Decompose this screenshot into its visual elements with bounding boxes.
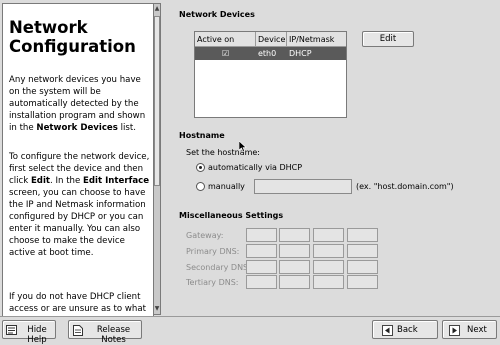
next-arrow-icon [449,325,460,336]
next-label: Next [467,325,487,335]
active-checkbox[interactable]: ☑ [222,47,229,60]
back-button[interactable]: Back [372,320,438,339]
tertiary-dns-label: Tertiary DNS: [186,278,239,287]
auto-dhcp-radio[interactable] [196,163,205,172]
network-devices-heading: Network Devices [179,10,255,19]
back-arrow-icon [382,325,393,336]
tertiary-dns-octet-3 [313,275,344,289]
help-paragraph-3: If you do not have DHCP client access or… [9,292,146,314]
auto-dhcp-label[interactable]: automatically via DHCP [208,163,302,172]
column-header-ip[interactable]: IP/Netmask [287,32,346,47]
secondary-dns-octet-1 [246,260,277,274]
gateway-octet-4 [347,228,378,242]
help-paragraph-2: To configure the network device, first s… [9,152,150,258]
set-hostname-label: Set the hostname: [186,148,261,157]
hostname-input[interactable] [254,179,352,194]
secondary-dns-octet-2 [279,260,310,274]
network-devices-table[interactable]: Active on Boot Device IP/Netmask ☑ eth0 … [194,31,347,118]
help-pane[interactable]: Network Configuration Any network devices… [2,3,154,317]
table-row[interactable]: ☑ eth0 DHCP [195,47,346,60]
primary-dns-label: Primary DNS: [186,247,240,256]
scroll-down-icon[interactable]: ▼ [154,305,160,313]
primary-dns-octet-3 [313,244,344,258]
help-scrollbar[interactable]: ▲ ▼ [153,3,161,315]
primary-dns-octet-4 [347,244,378,258]
help-title: Network Configuration [9,18,136,56]
tertiary-dns-octet-2 [279,275,310,289]
manual-radio[interactable] [196,182,205,191]
gateway-octet-2 [279,228,310,242]
gateway-octet-3 [313,228,344,242]
ip-cell: DHCP [289,49,312,58]
scrollbar-thumb[interactable] [154,16,160,186]
device-cell: eth0 [258,49,277,58]
document-icon [73,325,83,336]
release-notes-button[interactable]: Release Notes [68,320,142,345]
mouse-cursor-icon [239,141,247,152]
column-header-active[interactable]: Active on Boot [195,32,256,59]
next-button[interactable]: Next [442,320,497,339]
misc-settings-heading: Miscellaneous Settings [179,211,284,220]
tertiary-dns-octet-1 [246,275,277,289]
help-toggle-icon [6,325,17,335]
gateway-octet-1 [246,228,277,242]
footer-divider [0,316,500,317]
edit-button[interactable]: Edit [362,31,414,47]
hide-help-label: Hide Help [27,325,47,345]
hostname-example: (ex. "host.domain.com") [356,182,454,191]
manual-label[interactable]: manually [208,182,245,191]
hide-help-button[interactable]: Hide Help [2,320,56,345]
help-paragraph-1: Any network devices you have on the syst… [9,75,146,133]
tertiary-dns-octet-4 [347,275,378,289]
secondary-dns-label: Secondary DNS: [186,263,251,272]
column-header-device[interactable]: Device [256,32,287,47]
secondary-dns-octet-4 [347,260,378,274]
primary-dns-octet-1 [246,244,277,258]
secondary-dns-octet-3 [313,260,344,274]
release-notes-label: Release Notes [96,325,131,345]
gateway-label: Gateway: [186,231,224,240]
scroll-up-icon[interactable]: ▲ [154,5,160,13]
hostname-heading: Hostname [179,131,225,140]
primary-dns-octet-2 [279,244,310,258]
back-label: Back [397,325,418,335]
